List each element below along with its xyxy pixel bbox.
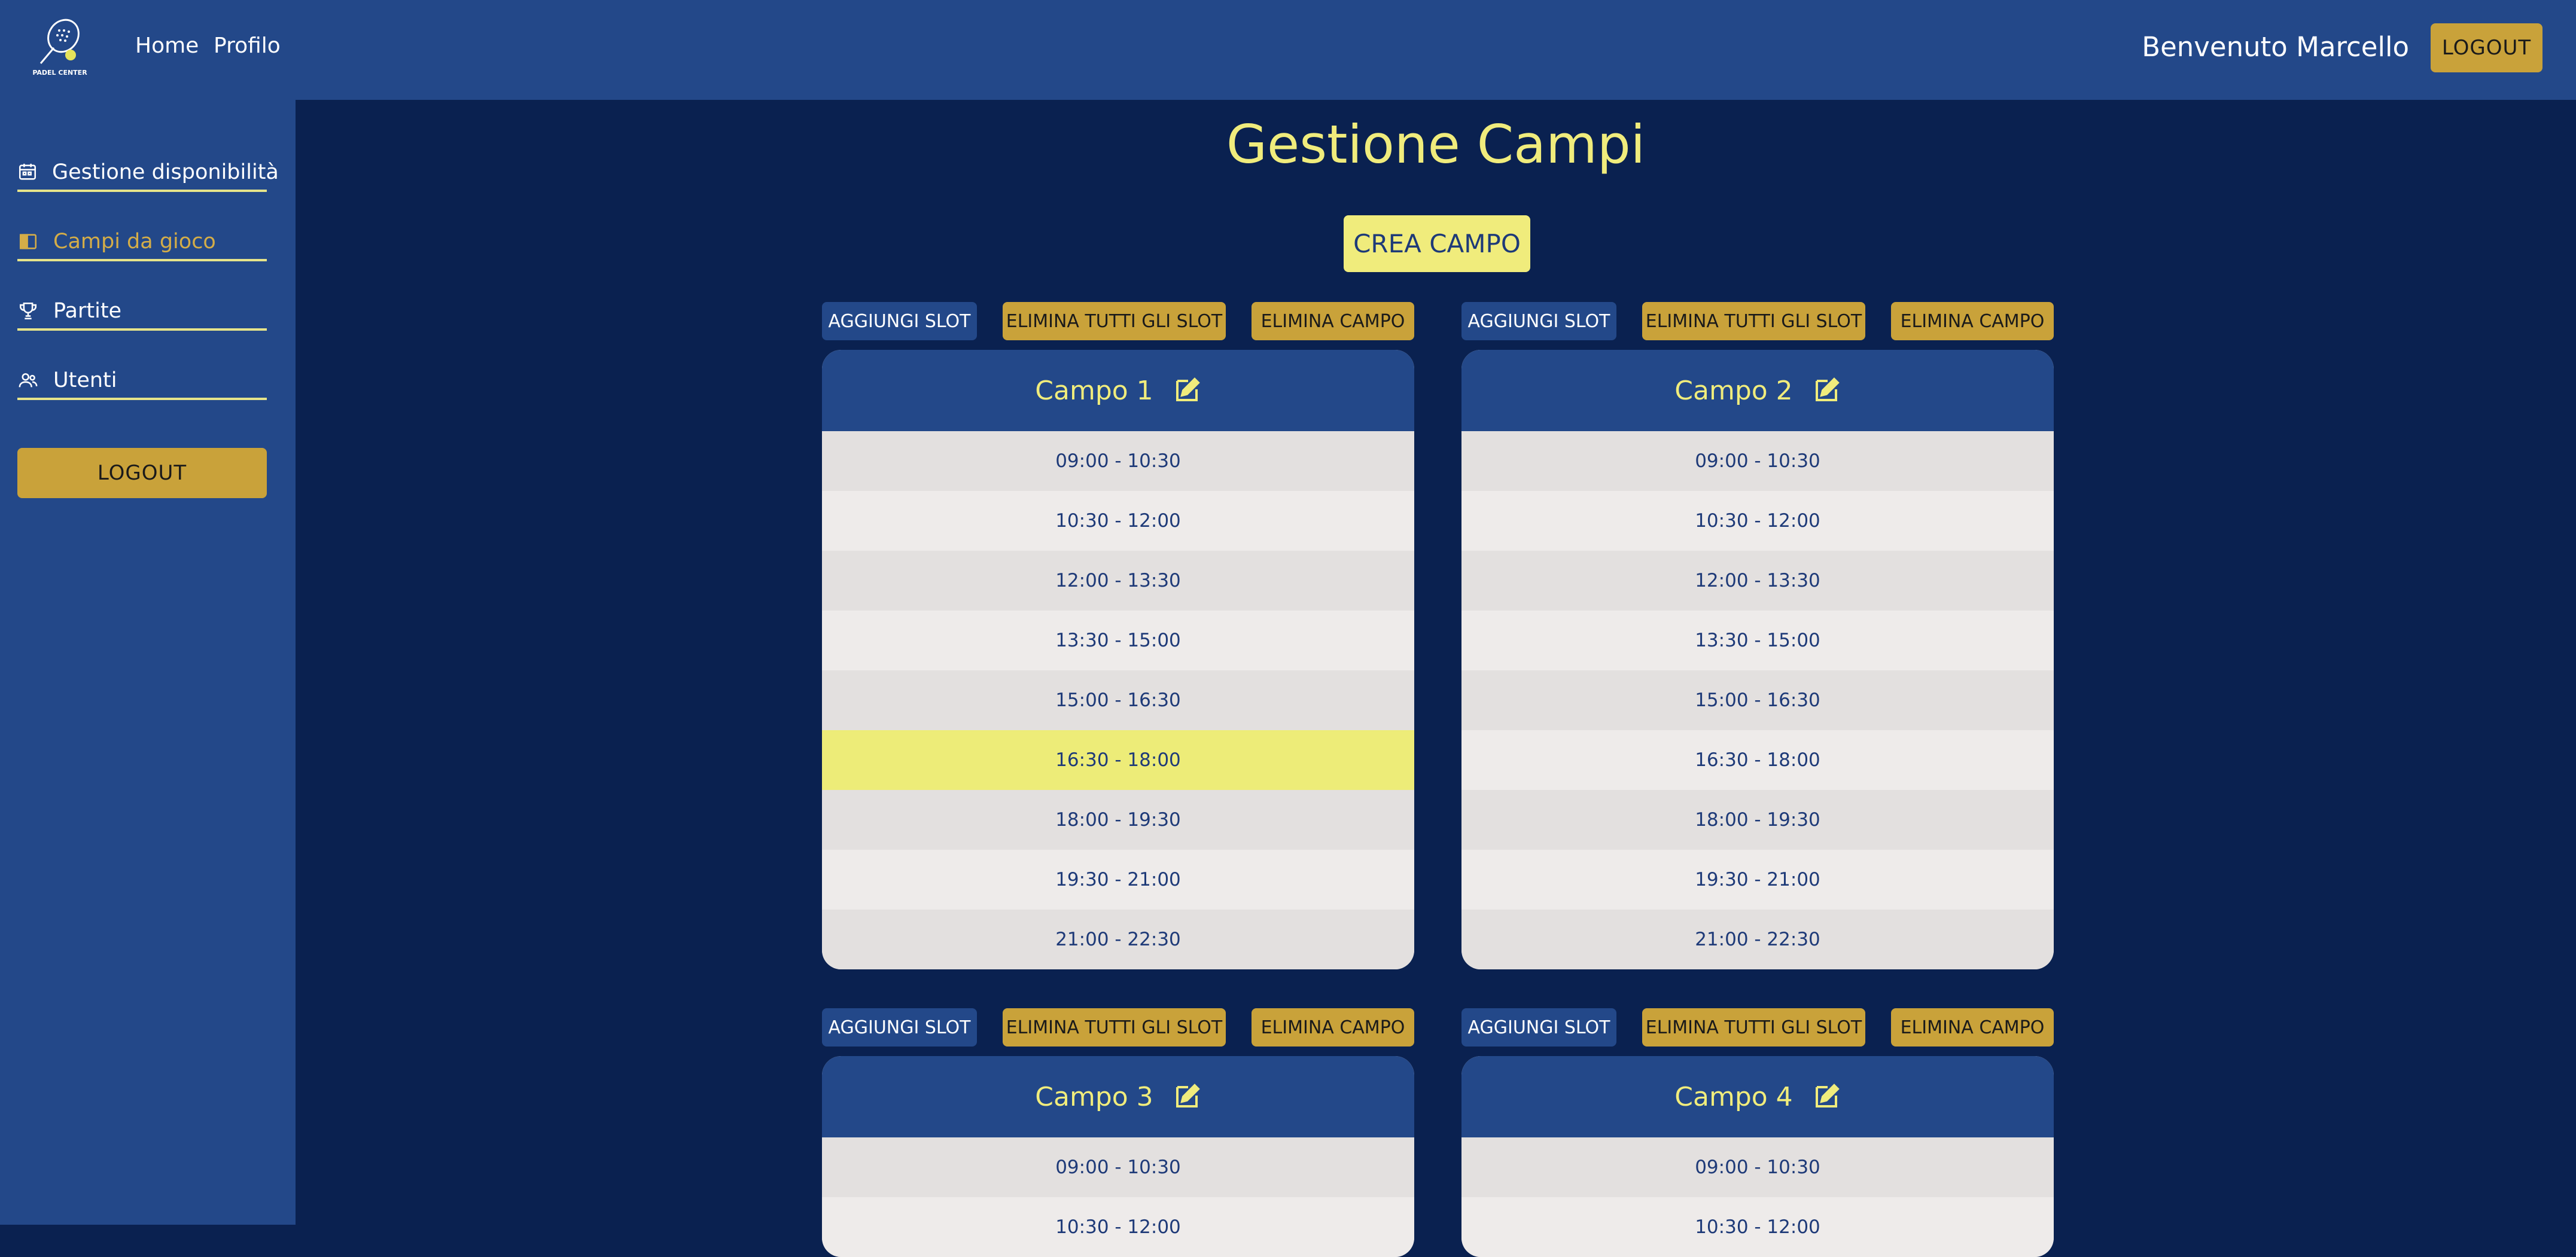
court-name: Campo 3 bbox=[1035, 1081, 1153, 1112]
delete-court-button[interactable]: ELIMINA CAMPO bbox=[1252, 1008, 1414, 1047]
sidebar-item-utenti[interactable]: Utenti bbox=[17, 363, 267, 400]
sidebar: Gestione disponibilità Campi da gioco Pa… bbox=[0, 100, 296, 1225]
court-actions: AGGIUNGI SLOT ELIMINA TUTTI GLI SLOT ELI… bbox=[822, 302, 1414, 340]
edit-icon[interactable] bbox=[1173, 1082, 1201, 1111]
time-slot[interactable]: 12:00 - 13:30 bbox=[822, 551, 1414, 611]
court-actions: AGGIUNGI SLOT ELIMINA TUTTI GLI SLOT ELI… bbox=[1461, 302, 2054, 340]
court-actions: AGGIUNGI SLOT ELIMINA TUTTI GLI SLOT ELI… bbox=[1461, 1008, 2054, 1047]
court-header: Campo 1 bbox=[822, 350, 1414, 431]
calendar-icon bbox=[17, 161, 38, 183]
time-slot[interactable]: 19:30 - 21:00 bbox=[1461, 850, 2054, 910]
padel-center-logo[interactable]: PADEL CENTER bbox=[26, 16, 93, 78]
time-slot[interactable]: 19:30 - 21:00 bbox=[822, 850, 1414, 910]
time-slot[interactable]: 18:00 - 19:30 bbox=[822, 790, 1414, 850]
time-slot[interactable]: 09:00 - 10:30 bbox=[1461, 1137, 2054, 1197]
time-slot[interactable]: 15:00 - 16:30 bbox=[822, 670, 1414, 730]
edit-icon[interactable] bbox=[1812, 1082, 1841, 1111]
delete-all-slots-button[interactable]: ELIMINA TUTTI GLI SLOT bbox=[1642, 302, 1865, 340]
time-slot[interactable]: 12:00 - 13:30 bbox=[1461, 551, 2054, 611]
time-slot[interactable]: 09:00 - 10:30 bbox=[1461, 431, 2054, 491]
sidebar-item-gestione-disponibilita[interactable]: Gestione disponibilità bbox=[17, 155, 279, 192]
delete-all-slots-button[interactable]: ELIMINA TUTTI GLI SLOT bbox=[1003, 1008, 1226, 1047]
svg-text:PADEL CENTER: PADEL CENTER bbox=[32, 69, 87, 77]
court-card: Campo 4 09:00 - 10:30 10:30 - 12:00 bbox=[1461, 1056, 2054, 1257]
nav-profile-link[interactable]: Profilo bbox=[214, 33, 281, 58]
court-name: Campo 4 bbox=[1674, 1081, 1793, 1112]
time-slot[interactable]: 13:30 - 15:00 bbox=[822, 611, 1414, 670]
time-slot[interactable]: 10:30 - 12:00 bbox=[1461, 491, 2054, 551]
time-slot[interactable]: 09:00 - 10:30 bbox=[822, 1137, 1414, 1197]
time-slot[interactable]: 16:30 - 18:00 bbox=[1461, 730, 2054, 790]
time-slot[interactable]: 16:30 - 18:00 bbox=[822, 730, 1414, 790]
header-logout-button[interactable]: LOGOUT bbox=[2431, 23, 2542, 72]
time-slot[interactable]: 09:00 - 10:30 bbox=[822, 431, 1414, 491]
delete-all-slots-button[interactable]: ELIMINA TUTTI GLI SLOT bbox=[1003, 302, 1226, 340]
create-court-button[interactable]: CREA CAMPO bbox=[1344, 215, 1530, 272]
delete-court-button[interactable]: ELIMINA CAMPO bbox=[1891, 302, 2054, 340]
time-slot[interactable]: 15:00 - 16:30 bbox=[1461, 670, 2054, 730]
court-card: Campo 1 09:00 - 10:30 10:30 - 12:00 12:00 … bbox=[822, 350, 1414, 969]
slot-list: 09:00 - 10:30 10:30 - 12:00 12:00 - 13:30 1… bbox=[1461, 431, 2054, 969]
time-slot[interactable]: 21:00 - 22:30 bbox=[1461, 910, 2054, 969]
sidebar-item-label: Utenti bbox=[53, 368, 117, 392]
court-card: Campo 2 09:00 - 10:30 10:30 - 12:00 12:00 … bbox=[1461, 350, 2054, 969]
edit-icon[interactable] bbox=[1173, 376, 1201, 405]
time-slot[interactable]: 10:30 - 12:00 bbox=[822, 1197, 1414, 1257]
add-slot-button[interactable]: AGGIUNGI SLOT bbox=[1461, 302, 1616, 340]
court-name: Campo 1 bbox=[1035, 375, 1153, 406]
top-navbar: PADEL CENTER Home Profilo Benvenuto Marc… bbox=[0, 0, 2576, 100]
add-slot-button[interactable]: AGGIUNGI SLOT bbox=[822, 302, 977, 340]
time-slot[interactable]: 13:30 - 15:00 bbox=[1461, 611, 2054, 670]
court-header: Campo 4 bbox=[1461, 1056, 2054, 1137]
time-slot[interactable]: 10:30 - 12:00 bbox=[1461, 1197, 2054, 1257]
sidebar-item-campi-da-gioco[interactable]: Campi da gioco bbox=[17, 224, 267, 261]
court-header: Campo 3 bbox=[822, 1056, 1414, 1137]
court-card: Campo 3 09:00 - 10:30 10:30 - 12:00 bbox=[822, 1056, 1414, 1257]
page-title: Gestione Campi bbox=[1226, 114, 1646, 175]
slot-list: 09:00 - 10:30 10:30 - 12:00 bbox=[1461, 1137, 2054, 1257]
slot-list: 09:00 - 10:30 10:30 - 12:00 12:00 - 13:30 1… bbox=[822, 431, 1414, 969]
court-header: Campo 2 bbox=[1461, 350, 2054, 431]
delete-all-slots-button[interactable]: ELIMINA TUTTI GLI SLOT bbox=[1642, 1008, 1865, 1047]
users-icon bbox=[17, 370, 39, 391]
sidebar-item-label: Campi da gioco bbox=[53, 230, 216, 254]
time-slot[interactable]: 21:00 - 22:30 bbox=[822, 910, 1414, 969]
delete-court-button[interactable]: ELIMINA CAMPO bbox=[1891, 1008, 2054, 1047]
sidebar-item-label: Partite bbox=[53, 299, 122, 323]
time-slot[interactable]: 18:00 - 19:30 bbox=[1461, 790, 2054, 850]
sidebar-item-partite[interactable]: Partite bbox=[17, 294, 267, 331]
delete-court-button[interactable]: ELIMINA CAMPO bbox=[1252, 302, 1414, 340]
welcome-text: Benvenuto Marcello bbox=[2142, 31, 2409, 63]
sidebar-logout-button[interactable]: LOGOUT bbox=[17, 448, 267, 498]
add-slot-button[interactable]: AGGIUNGI SLOT bbox=[1461, 1008, 1616, 1047]
nav-home-link[interactable]: Home bbox=[135, 33, 199, 58]
edit-icon[interactable] bbox=[1812, 376, 1841, 405]
time-slot[interactable]: 10:30 - 12:00 bbox=[822, 491, 1414, 551]
slot-list: 09:00 - 10:30 10:30 - 12:00 bbox=[822, 1137, 1414, 1257]
court-actions: AGGIUNGI SLOT ELIMINA TUTTI GLI SLOT ELI… bbox=[822, 1008, 1414, 1047]
court-icon bbox=[17, 231, 39, 252]
trophy-icon bbox=[17, 300, 39, 322]
sidebar-item-label: Gestione disponibilità bbox=[52, 160, 279, 184]
court-name: Campo 2 bbox=[1674, 375, 1793, 406]
add-slot-button[interactable]: AGGIUNGI SLOT bbox=[822, 1008, 977, 1047]
